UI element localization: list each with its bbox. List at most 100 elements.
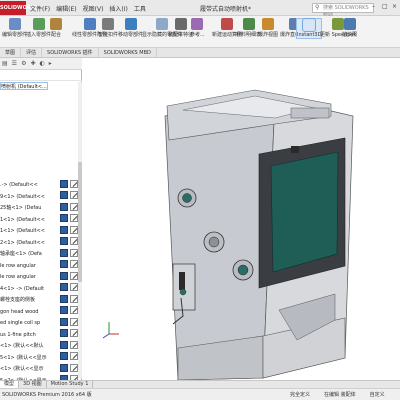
tree-root-assembly[interactable]: 喷射机 (Default<... — [0, 82, 48, 90]
ribbon-button-0[interactable]: 编辑零部件 — [2, 18, 27, 38]
axis-triad-icon — [102, 322, 119, 339]
tab-addins[interactable]: SOLIDWORKS 插件 — [42, 48, 99, 57]
mate-icon[interactable] — [60, 191, 68, 200]
panel-arrow-icon[interactable]: ▸ — [49, 60, 52, 67]
mate-icon[interactable] — [60, 329, 68, 338]
mate-icon[interactable] — [60, 363, 68, 372]
feature-manager-panel: ▤ ☰ ⚙ ✚ ◐ ▸ 喷射机 (Default<... .-> (Defaul… — [0, 58, 82, 384]
edit-icon[interactable] — [70, 225, 78, 234]
mate-icon[interactable] — [60, 306, 68, 315]
edit-icon[interactable] — [70, 363, 78, 372]
tree-row[interactable]: le row angular — [0, 261, 58, 273]
tree-row[interactable]: le row angular — [0, 272, 58, 284]
tree-row[interactable]: 25轴<1> (Defau — [0, 203, 58, 215]
mate-icon[interactable] — [60, 237, 68, 246]
feature-tree-icon[interactable]: ▤ — [2, 60, 8, 67]
ribbon-tool-icon — [191, 18, 204, 30]
ribbon-button-13[interactable]: Instant3D — [296, 18, 323, 39]
mate-icon[interactable] — [60, 283, 68, 292]
mate-icon[interactable] — [60, 214, 68, 223]
ribbon-button-5[interactable]: 移动零部件 — [118, 18, 143, 38]
tab-evaluate[interactable]: 评估 — [21, 48, 43, 57]
edit-icon[interactable] — [70, 179, 78, 188]
tab-motion-study[interactable]: Motion Study 1 — [47, 381, 94, 388]
edit-icon[interactable] — [70, 283, 78, 292]
ribbon-button-2[interactable]: 配合 — [50, 18, 62, 38]
ribbon-button-1[interactable]: 插入零部件 — [26, 18, 51, 38]
tree-row[interactable]: 轴承座<1> (Defa — [0, 249, 58, 261]
edit-icon[interactable] — [70, 340, 78, 349]
tree-row[interactable]: 5<1> (默认<<显示 — [0, 353, 58, 365]
mate-icon[interactable] — [60, 294, 68, 303]
status-right-group: 完全定义 在编辑 装配体 自定义 — [290, 391, 385, 398]
edit-icon[interactable] — [70, 191, 78, 200]
tree-filter-row[interactable] — [0, 72, 82, 81]
tab-sketch[interactable]: 草图 — [0, 48, 22, 57]
mate-icon[interactable] — [60, 248, 68, 257]
tree-row[interactable]: ed single coil sp — [0, 318, 58, 330]
mate-icon[interactable] — [60, 202, 68, 211]
search-icon: ⚲ — [315, 4, 320, 11]
minimize-icon[interactable]: – — [372, 3, 378, 11]
graphics-viewport[interactable] — [83, 58, 400, 381]
edit-icon[interactable] — [70, 214, 78, 223]
status-units[interactable]: 自定义 — [370, 391, 385, 398]
mate-icon[interactable] — [60, 225, 68, 234]
display-manager-icon[interactable]: ◐ — [39, 60, 44, 67]
edit-icon[interactable] — [70, 248, 78, 257]
edit-icon[interactable] — [70, 317, 78, 326]
mate-icon[interactable] — [60, 179, 68, 188]
app-logo[interactable]: SOLIDWORKS — [0, 1, 38, 15]
edit-icon[interactable] — [70, 294, 78, 303]
edit-icon[interactable] — [70, 352, 78, 361]
mate-icon[interactable] — [60, 271, 68, 280]
menu-file[interactable]: 文件(F) — [30, 4, 50, 13]
configuration-icon[interactable]: ⚙ — [21, 60, 26, 67]
tree-row[interactable]: us 1-fine pitch — [0, 330, 58, 342]
menu-view[interactable]: 视图(V) — [83, 4, 104, 13]
mate-icon[interactable] — [60, 260, 68, 269]
status-version: SOLIDWORKS Premium 2016 x64 版 — [2, 392, 92, 398]
tree-row[interactable]: 1<1> (Default<< — [0, 215, 58, 227]
tree-row[interactable]: <1> (默认<<默认 — [0, 341, 58, 353]
edit-icon[interactable] — [70, 329, 78, 338]
tree-row[interactable]: 4<1> -> (Default — [0, 284, 58, 296]
tree-row[interactable]: 9<1> (Default<< — [0, 192, 58, 204]
ribbon-tool-icon — [156, 18, 168, 30]
mate-icon[interactable] — [60, 340, 68, 349]
tab-mbd[interactable]: SOLIDWORKS MBD — [99, 48, 157, 57]
tree-row[interactable]: .-> (Default<< — [0, 180, 58, 192]
tree-row[interactable]: 螺栓支座的侧板 — [0, 295, 58, 307]
mate-icon[interactable] — [60, 352, 68, 361]
property-manager-icon[interactable]: ☰ — [12, 60, 17, 67]
restore-icon[interactable]: □ — [382, 3, 388, 11]
panel-scrollbar[interactable] — [78, 82, 82, 378]
tree-row[interactable]: 2<1> (Default<< — [0, 238, 58, 250]
edit-icon[interactable] — [70, 271, 78, 280]
ribbon-button-11[interactable]: 爆炸视图 — [258, 18, 278, 38]
ribbon-button-15[interactable]: 拍快照 — [342, 18, 357, 38]
ribbon-button-4[interactable]: 智能扣件 — [98, 18, 118, 38]
edit-icon[interactable] — [70, 237, 78, 246]
tab-3d-views[interactable]: 3D 视图 — [19, 381, 47, 388]
scrollbar-thumb[interactable] — [78, 162, 82, 282]
close-icon[interactable]: × — [392, 3, 398, 11]
tree-row[interactable]: gon head wood — [0, 307, 58, 319]
assembly-model[interactable] — [83, 58, 400, 381]
mate-icon[interactable] — [60, 317, 68, 326]
menu-insert[interactable]: 插入(I) — [109, 4, 127, 13]
ribbon-button-8[interactable]: 参考... — [190, 18, 205, 38]
edit-icon[interactable] — [70, 202, 78, 211]
edit-icon[interactable] — [70, 260, 78, 269]
tab-model[interactable]: 模型 — [0, 381, 20, 388]
help-search-input[interactable]: ⚲ 搜索 SOLIDWORKS 帮助 — [312, 3, 374, 19]
bottom-tabs: 模型 3D 视图 Motion Study 1 — [0, 380, 400, 388]
edit-icon[interactable] — [70, 306, 78, 315]
tree-row[interactable]: <1> (默认<<显示 — [0, 364, 58, 376]
menu-edit[interactable]: 编辑(E) — [56, 4, 76, 13]
tree-row[interactable]: 1<1> (Default<< — [0, 226, 58, 238]
dim-expert-icon[interactable]: ✚ — [30, 60, 35, 67]
menu-tools[interactable]: 工具 — [134, 4, 146, 13]
solidworks-window: SOLIDWORKS 文件(F) 编辑(E) 视图(V) 插入(I) 工具 履带… — [0, 0, 400, 400]
ribbon-button-label: 编辑零部件 — [2, 32, 28, 38]
